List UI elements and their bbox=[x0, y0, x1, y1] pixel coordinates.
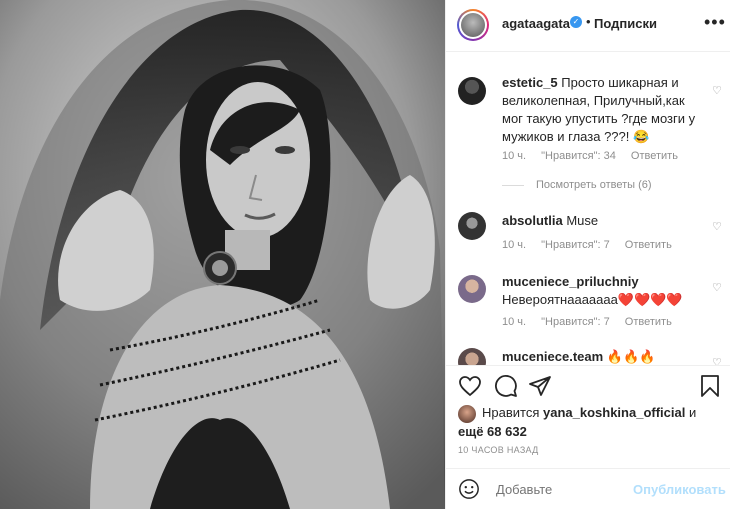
add-comment-bar: Опубликовать bbox=[446, 468, 730, 509]
save-bookmark-icon[interactable] bbox=[698, 374, 722, 398]
comment-meta: 10 ч. "Нравится": 34 Ответить bbox=[502, 150, 690, 162]
author-avatar[interactable] bbox=[457, 9, 489, 41]
comment-text: absolutlia Muse bbox=[502, 212, 702, 230]
view-replies-button[interactable]: Посмотреть ответы (6) bbox=[502, 179, 652, 191]
following-button[interactable]: Подписки bbox=[594, 16, 657, 31]
commenter-avatar[interactable] bbox=[458, 77, 486, 105]
commenter-username[interactable]: muceniece_priluchniy bbox=[502, 274, 639, 289]
commenter-avatar[interactable] bbox=[458, 348, 486, 365]
comment-like-heart-icon[interactable]: ♡ bbox=[712, 84, 722, 97]
post-timestamp[interactable]: 10 ЧАСОВ НАЗАД bbox=[458, 445, 539, 455]
view-replies-label: Посмотреть ответы (6) bbox=[536, 179, 652, 191]
emoji-smiley-icon[interactable] bbox=[458, 478, 480, 500]
comment-like-heart-icon[interactable]: ♡ bbox=[712, 356, 722, 365]
comment-like-heart-icon[interactable]: ♡ bbox=[712, 220, 722, 233]
comment-likes[interactable]: "Нравится": 7 bbox=[541, 316, 610, 328]
more-options-icon[interactable]: ••• bbox=[704, 12, 726, 33]
comment-time: 10 ч. bbox=[502, 150, 527, 162]
comment-likes[interactable]: "Нравится": 7 bbox=[541, 239, 610, 251]
verified-badge-icon: ✓ bbox=[570, 16, 582, 28]
like-heart-icon[interactable] bbox=[458, 374, 482, 398]
comment-bubble-icon[interactable] bbox=[494, 374, 518, 398]
comment-body: Невероятнааааааа❤️❤️❤️❤️ bbox=[502, 292, 683, 307]
comment-text: muceniece.team 🔥🔥🔥 bbox=[502, 348, 702, 365]
likes-prefix: Нравится bbox=[482, 405, 540, 420]
commenter-username[interactable]: estetic_5 bbox=[502, 75, 558, 90]
post-sidebar: agataagata ✓ • Подписки ••• estetic_5 Пр… bbox=[445, 0, 730, 509]
post-modal: agataagata ✓ • Подписки ••• estetic_5 Пр… bbox=[0, 0, 730, 509]
post-photo-image bbox=[0, 0, 445, 509]
reply-button[interactable]: Ответить bbox=[625, 316, 672, 328]
share-paper-plane-icon[interactable] bbox=[528, 374, 552, 398]
post-actions-bar bbox=[446, 365, 730, 405]
commenter-username[interactable]: absolutlia bbox=[502, 213, 563, 228]
likes-count-link[interactable]: ещё 68 632 bbox=[458, 424, 527, 439]
comment-text: estetic_5 Просто шикарная и великолепная… bbox=[502, 74, 702, 146]
separator-dot: • bbox=[586, 14, 591, 29]
comment-time: 10 ч. bbox=[502, 316, 527, 328]
liker-avatar[interactable] bbox=[458, 404, 476, 423]
publish-button[interactable]: Опубликовать bbox=[633, 482, 726, 497]
commenter-username[interactable]: muceniece.team bbox=[502, 349, 603, 364]
comment-body: 🔥🔥🔥 bbox=[606, 349, 656, 364]
post-photo[interactable] bbox=[0, 0, 445, 509]
comment-likes[interactable]: "Нравится": 34 bbox=[541, 150, 616, 162]
author-username[interactable]: agataagata bbox=[502, 16, 570, 31]
comment-time: 10 ч. bbox=[502, 239, 527, 251]
comment-meta: 10 ч. "Нравится": 7 Ответить bbox=[502, 316, 684, 328]
reply-button[interactable]: Ответить bbox=[625, 239, 672, 251]
comment-text: muceniece_priluchniy Невероятнааааааа❤️❤… bbox=[502, 273, 702, 309]
post-header: agataagata ✓ • Подписки ••• bbox=[446, 0, 730, 52]
likes-summary: Нравится yana_koshkina_official и ещё 68… bbox=[458, 404, 728, 441]
replies-line-divider bbox=[502, 184, 524, 186]
likes-and: и bbox=[688, 405, 697, 420]
liker-username[interactable]: yana_koshkina_official bbox=[543, 405, 685, 420]
commenter-avatar[interactable] bbox=[458, 212, 486, 240]
comment-like-heart-icon[interactable]: ♡ bbox=[712, 281, 722, 294]
commenter-avatar[interactable] bbox=[458, 275, 486, 303]
reply-button[interactable]: Ответить bbox=[631, 150, 678, 162]
comment-meta: 10 ч. "Нравится": 7 Ответить bbox=[502, 239, 684, 251]
comments-list[interactable]: estetic_5 Просто шикарная и великолепная… bbox=[446, 52, 730, 365]
comment-body: Muse bbox=[566, 213, 599, 228]
